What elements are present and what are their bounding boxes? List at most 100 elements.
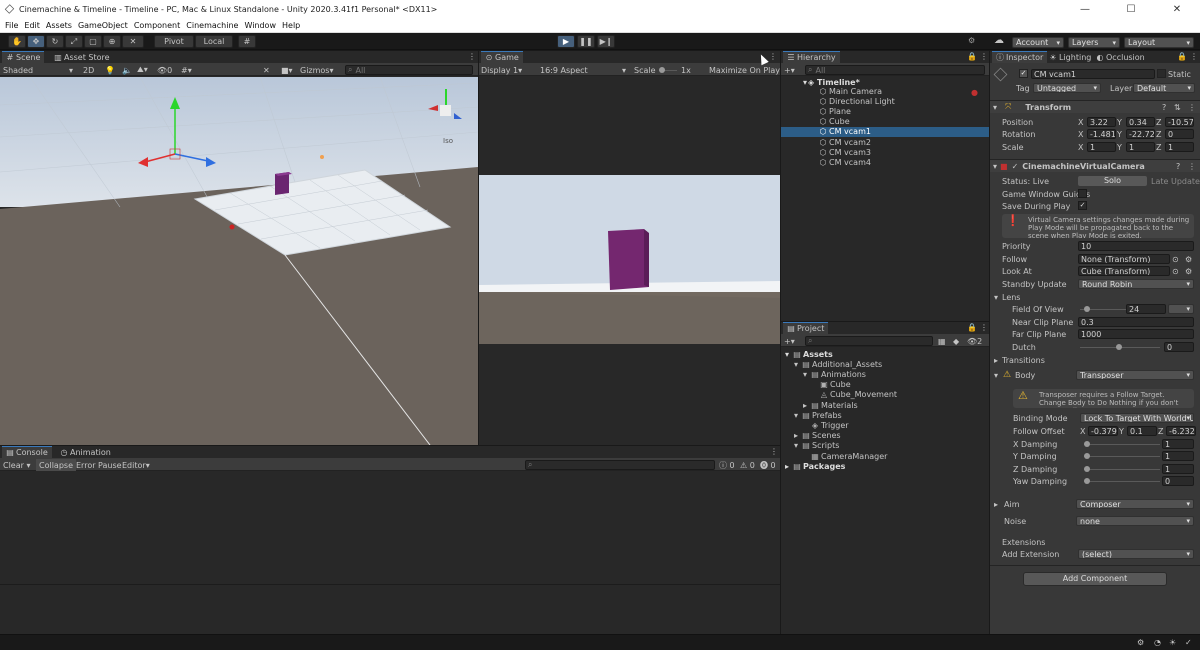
play-button-icon[interactable]: ▶ [557,35,575,48]
rotation-y-field[interactable]: -22.728 [1126,129,1155,139]
layout-dropdown[interactable]: Layout [1124,37,1194,48]
noise-dropdown[interactable]: none [1076,516,1194,526]
follow-settings-icon[interactable]: ⚙ [1185,255,1192,264]
tab-occlusion[interactable]: ◐ Occlusion [1092,51,1149,63]
dutch-slider-field[interactable]: 0 [1164,342,1194,352]
tab-hierarchy[interactable]: ☰ Hierarchy [783,51,840,63]
z-damping-slider-field[interactable]: 1 [1162,464,1194,474]
menu-cinemachine[interactable]: Cinemachine [186,21,238,30]
tab-asset-store[interactable]: ▥ Asset Store [50,51,114,63]
aim-foldout-icon[interactable]: ▸ [994,500,998,509]
minimize-button[interactable]: — [1062,0,1108,19]
binding-mode-dropdown[interactable]: Lock To Target With World U [1080,413,1194,423]
yaw-damping-slider[interactable] [1084,478,1160,484]
z-damping-slider-knob[interactable] [1084,466,1090,472]
fov-preset-dropdown[interactable] [1168,304,1194,314]
tab-animation[interactable]: ◷ Animation [56,446,115,458]
project-item[interactable]: ▸ ▤ Packages [785,460,845,472]
tab-scene[interactable]: # Scene [2,51,45,63]
shaded-dropdown[interactable]: Shaded ▾ [3,64,73,76]
y-damping-slider-knob[interactable] [1084,453,1090,459]
body-foldout-icon[interactable]: ▾ [994,371,998,380]
offset-x-field[interactable]: -0.379 [1088,426,1118,436]
scale-tool-icon[interactable]: ⤢ [65,35,83,48]
custom-tool-icon[interactable]: ✕ [122,35,144,48]
filter-label-icon[interactable]: ◆ [953,335,959,347]
inspector-menu-icon[interactable]: ⋮ [1190,52,1198,61]
panel-menu-icon[interactable]: ⋮ [468,52,476,61]
settings-icon[interactable]: ⚙ [968,36,975,45]
body-dropdown[interactable]: Transposer [1076,370,1194,380]
editor-dropdown[interactable]: Editor ▾ [122,459,150,471]
menu-file[interactable]: File [5,21,18,30]
game-panel-menu-icon[interactable]: ⋮ [769,52,777,61]
project-lock-icon[interactable]: 🔒 [967,323,977,332]
z-damping-slider[interactable] [1084,466,1160,472]
aspect-dropdown[interactable]: 16:9 Aspect ▾ [540,64,628,76]
lookat-field[interactable]: Cube (Transform) [1078,266,1170,276]
lighting-toggle-icon[interactable]: 💡 [105,64,115,76]
snap-grid-icon[interactable]: # [238,35,256,48]
console-menu-icon[interactable]: ⋮ [770,447,778,456]
x-damping-slider-field[interactable]: 1 [1162,439,1194,449]
dutch-slider-knob[interactable] [1116,344,1122,350]
mode-2d-toggle[interactable]: 2D [83,64,94,76]
tab-game[interactable]: ⊙ Game [481,51,523,63]
hidden-objects-icon[interactable]: 👁 0 [157,64,172,76]
audio-toggle-icon[interactable]: 🔈 [122,64,132,76]
lens-foldout-icon[interactable]: ▾ [994,293,998,302]
scene-viewport[interactable] [0,77,478,445]
error-pause-toggle[interactable]: Error Pause [76,459,122,471]
lookat-picker-icon[interactable]: ⊙ [1172,267,1179,276]
filter-type-icon[interactable]: ▦ [938,335,946,347]
error-count-toggle[interactable]: ⓿ 0 [760,459,776,471]
hand-tool-icon[interactable]: ✋ [8,35,26,48]
scale-x-field[interactable]: 1 [1087,142,1116,152]
layer-dropdown[interactable]: Default [1133,83,1195,93]
tag-dropdown[interactable]: Untagged [1033,83,1101,93]
hierarchy-item[interactable]: ⬡ Main Camera [781,86,989,96]
menu-window[interactable]: Window [244,21,276,30]
expand-arrow-icon[interactable]: ▾ [794,411,802,420]
tab-project[interactable]: ▤ Project [783,322,829,334]
yaw-damping-slider-knob[interactable] [1084,478,1090,484]
add-component-button[interactable]: Add Component [1023,572,1167,586]
rotate-tool-icon[interactable]: ↻ [46,35,64,48]
project-menu-icon[interactable]: ⋮ [980,323,988,332]
vcam-header[interactable]: ▾ ■ ✓ CinemachineVirtualCamera ? ⋮ [990,159,1200,172]
add-extension-dropdown[interactable]: (select) [1078,549,1194,559]
console-search-input[interactable]: ⌕ [525,460,715,470]
save-during-play-checkbox[interactable]: ✓ [1078,201,1087,210]
transform-header[interactable]: ▾ ⤧ Transform ? ⇅ ⋮ [990,100,1200,113]
fov-slider[interactable] [1080,306,1126,312]
menu-help[interactable]: Help [282,21,300,30]
hierarchy-menu-icon[interactable]: ⋮ [980,52,988,61]
account-dropdown[interactable]: Account [1012,37,1064,48]
info-count-toggle[interactable]: ⓘ 0 [719,459,735,471]
effects-dropdown-icon[interactable]: ⛰▾ [137,64,148,76]
menu-gameobject[interactable]: GameObject [78,21,128,30]
debug-icon[interactable]: ⚙ [1137,638,1144,647]
hierarchy-add-button[interactable]: +▾ [784,64,795,76]
guides-checkbox[interactable] [1078,189,1087,198]
dutch-slider[interactable] [1080,344,1160,350]
cloud-icon[interactable]: ☁ [994,35,1004,46]
fov-slider-field[interactable]: 24 [1126,304,1166,314]
static-checkbox[interactable] [1157,69,1166,78]
expand-arrow-icon[interactable]: ▸ [794,431,802,440]
yaw-damping-slider-field[interactable]: 0 [1162,476,1194,486]
scale-y-field[interactable]: 1 [1126,142,1155,152]
transform-preset-icon[interactable]: ⇅ [1174,103,1181,112]
y-damping-slider-field[interactable]: 1 [1162,451,1194,461]
transitions-foldout-icon[interactable]: ▸ [994,356,998,365]
expand-arrow-icon[interactable]: ▸ [785,462,793,471]
rotation-x-field[interactable]: -1.481 [1087,129,1116,139]
inspector-lock-icon[interactable]: 🔒 [1177,52,1187,61]
vcam-help-icon[interactable]: ? [1176,162,1180,171]
expand-arrow-icon[interactable]: ▾ [794,360,802,369]
x-damping-slider[interactable] [1084,441,1160,447]
local-button[interactable]: Local [195,35,233,48]
expand-arrow-icon[interactable]: ▾ [785,350,793,359]
expand-arrow-icon[interactable]: ▸ [803,401,811,410]
follow-picker-icon[interactable]: ⊙ [1172,255,1179,264]
